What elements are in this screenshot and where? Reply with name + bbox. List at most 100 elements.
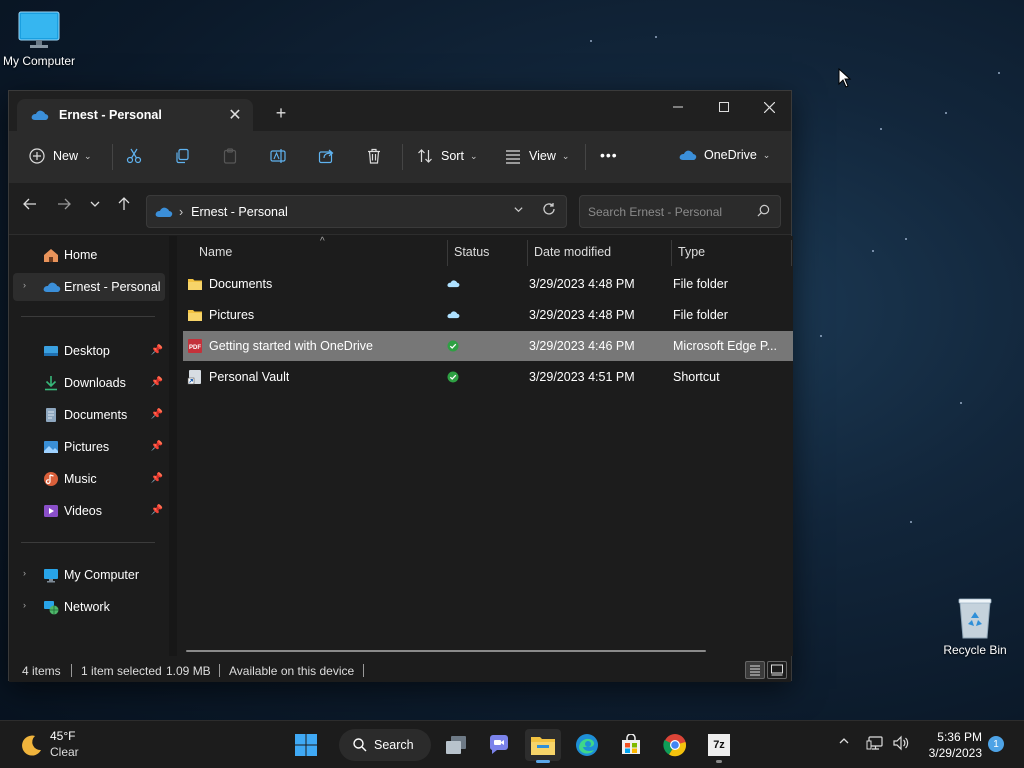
sidebar-item-videos[interactable]: Videos 📌	[13, 497, 165, 525]
column-header-status[interactable]: Status	[454, 236, 489, 268]
sidebar-item-my-computer[interactable]: › My Computer	[13, 561, 165, 589]
search-box[interactable]	[579, 195, 781, 228]
file-explorer-taskbar-button[interactable]	[525, 729, 561, 763]
breadcrumb-separator-icon: ›	[179, 204, 184, 219]
minimize-icon	[673, 106, 683, 108]
task-view-button[interactable]	[438, 729, 474, 761]
view-button[interactable]: View ⌄	[505, 148, 569, 164]
sidebar-item-documents[interactable]: Documents 📌	[13, 401, 165, 429]
chevron-right-icon[interactable]: ›	[23, 600, 26, 610]
clock[interactable]: 5:36 PM 3/29/2023	[920, 729, 982, 761]
sidebar-item-home[interactable]: Home	[13, 241, 165, 269]
teams-chat-button[interactable]	[481, 729, 517, 761]
windows-logo-icon	[295, 734, 317, 756]
chrome-button[interactable]	[657, 729, 693, 761]
tab-title: Ernest - Personal	[59, 108, 162, 122]
refresh-icon[interactable]	[542, 202, 556, 219]
navigation-pane: Home › Ernest - Personal Desktop 📌 Downl…	[9, 236, 169, 656]
paste-button[interactable]	[222, 148, 238, 164]
copy-button[interactable]	[174, 148, 190, 164]
title-bar[interactable]: Ernest - Personal ✕ +	[9, 91, 791, 131]
download-icon	[45, 376, 57, 391]
monitor-icon	[18, 11, 60, 48]
horizontal-scrollbar-thumb[interactable]	[186, 650, 706, 652]
sidebar-item-pictures[interactable]: Pictures 📌	[13, 433, 165, 461]
onedrive-button[interactable]: OneDrive ⌄	[679, 148, 770, 162]
task-view-icon	[446, 736, 466, 754]
file-date: 3/29/2023 4:48 PM	[529, 277, 635, 291]
file-row-personal-vault[interactable]: Personal Vault 3/29/2023 4:51 PM Shortcu…	[183, 362, 793, 392]
pin-icon: 📌	[150, 505, 163, 516]
file-list: ^ Name Status Date modified Type S Docum…	[177, 236, 793, 656]
sidebar-item-label: Ernest - Personal	[64, 280, 161, 294]
minimize-button[interactable]	[655, 91, 701, 123]
sort-indicator-icon: ^	[320, 236, 325, 247]
more-options-button[interactable]: •••	[600, 147, 618, 163]
close-tab-icon[interactable]: ✕	[225, 105, 245, 125]
tiles-view-button[interactable]	[767, 661, 787, 679]
sidebar-item-downloads[interactable]: Downloads 📌	[13, 369, 165, 397]
start-button[interactable]	[288, 729, 324, 761]
address-bar[interactable]: › Ernest - Personal	[146, 195, 567, 228]
music-icon	[44, 472, 58, 486]
breadcrumb[interactable]: Ernest - Personal	[191, 205, 288, 219]
column-header-date-modified[interactable]: Date modified	[534, 236, 611, 268]
tab-ernest-personal[interactable]: Ernest - Personal ✕	[17, 99, 253, 131]
file-row-pictures[interactable]: Pictures 3/29/2023 4:48 PM File folder	[183, 300, 793, 330]
pin-icon: 📌	[150, 441, 163, 452]
close-window-button[interactable]	[746, 91, 792, 123]
pin-icon: 📌	[150, 377, 163, 388]
sort-button[interactable]: Sort ⌄	[417, 148, 477, 164]
pane-splitter[interactable]	[169, 236, 177, 656]
details-view-button[interactable]	[745, 661, 765, 679]
new-button[interactable]: New ⌄	[29, 148, 92, 164]
sidebar-item-desktop[interactable]: Desktop 📌	[13, 337, 165, 365]
back-button[interactable]	[20, 197, 40, 215]
network-wired-icon	[866, 736, 883, 750]
file-type: File folder	[673, 277, 728, 291]
desktop-icon-my-computer[interactable]: My Computer	[0, 10, 82, 68]
chrome-icon	[663, 734, 687, 757]
maximize-button[interactable]	[701, 91, 747, 123]
pin-icon: 📌	[150, 473, 163, 484]
address-dropdown-icon[interactable]	[513, 204, 524, 218]
taskbar-search-button[interactable]: Search	[339, 729, 431, 761]
sidebar-item-label: Network	[64, 600, 110, 614]
rename-button[interactable]	[270, 148, 288, 164]
volume-tray-button[interactable]	[892, 735, 910, 754]
share-button[interactable]	[318, 148, 334, 164]
search-input[interactable]	[588, 204, 748, 219]
column-header-type[interactable]: Type	[678, 236, 705, 268]
delete-button[interactable]	[366, 148, 382, 164]
edge-icon	[576, 734, 598, 756]
column-header-name[interactable]: Name	[199, 236, 232, 268]
7zip-button[interactable]: 7z	[701, 729, 737, 763]
new-tab-button[interactable]: +	[271, 103, 291, 124]
recent-locations-button[interactable]	[85, 197, 105, 214]
up-button[interactable]	[114, 197, 134, 215]
sidebar-item-music[interactable]: Music 📌	[13, 465, 165, 493]
microsoft-store-button[interactable]	[613, 729, 649, 761]
selection-count: 1 item selected	[81, 664, 162, 678]
column-header-label: Status	[454, 245, 490, 259]
selection-size: 1.09 MB	[166, 664, 211, 678]
chevron-right-icon[interactable]: ›	[23, 280, 26, 290]
notification-badge[interactable]: 1	[988, 736, 1004, 752]
sidebar-item-ernest-personal[interactable]: › Ernest - Personal	[13, 273, 165, 301]
file-date: 3/29/2023 4:48 PM	[529, 308, 635, 322]
weather-widget[interactable]: 45°F Clear	[18, 729, 79, 759]
file-row-getting-started[interactable]: PDF Getting started with OneDrive 3/29/2…	[183, 331, 793, 361]
show-hidden-icons-button[interactable]	[838, 735, 850, 750]
pictures-icon	[44, 441, 58, 453]
desktop-icon-recycle-bin[interactable]: Recycle Bin	[940, 596, 1010, 657]
network-tray-button[interactable]	[866, 735, 884, 754]
cut-button[interactable]	[126, 148, 142, 164]
file-row-documents[interactable]: Documents 3/29/2023 4:48 PM File folder	[183, 269, 793, 299]
chevron-right-icon[interactable]: ›	[23, 568, 26, 578]
command-bar: New ⌄ Sort ⌄ View ⌄ ••• OneDrive ⌄	[9, 131, 791, 183]
network-icon	[44, 601, 59, 615]
7zip-icon: 7z	[708, 734, 730, 756]
forward-button[interactable]	[54, 197, 74, 215]
edge-button[interactable]	[569, 729, 605, 761]
sidebar-item-network[interactable]: › Network	[13, 593, 165, 621]
